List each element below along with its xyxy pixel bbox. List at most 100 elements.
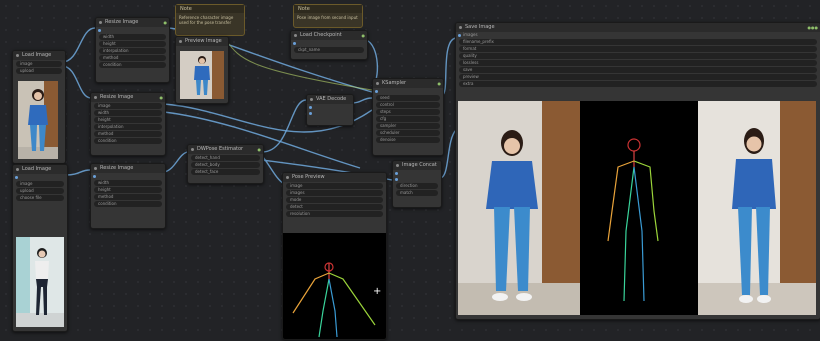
note-node[interactable]: Note Reference character image used for … — [175, 4, 245, 36]
interpolation-select[interactable]: interpolation — [99, 48, 166, 54]
image2-slot[interactable] — [393, 176, 441, 182]
match-select[interactable]: match — [396, 190, 438, 196]
save-toggle[interactable]: save — [459, 67, 817, 73]
method-select[interactable]: method — [99, 55, 166, 61]
wire — [441, 37, 457, 96]
resolution-field[interactable]: resolution — [286, 211, 383, 217]
model-output-slot[interactable] — [291, 40, 367, 46]
dwpose-estimator-node[interactable]: DWPose Estimator ● detect_hand detect_bod… — [187, 144, 264, 184]
node-title: VAE Decode — [316, 96, 347, 102]
direction-select[interactable]: direction — [396, 183, 438, 189]
image-select[interactable]: image — [16, 181, 64, 187]
denoise-field[interactable]: denoise — [376, 137, 440, 143]
input-slot[interactable] — [96, 27, 169, 33]
filename-prefix-field[interactable]: filename_prefix — [459, 39, 817, 45]
node-title: Resize Image — [105, 19, 139, 25]
lossless-toggle[interactable]: lossless — [459, 60, 817, 66]
node-title: DWPose Estimator — [197, 146, 244, 152]
wire — [351, 97, 373, 104]
node-title: Image Concat — [402, 162, 437, 168]
cfg-field[interactable]: cfg — [376, 116, 440, 122]
pose-preview-node[interactable]: Pose Preview image images mode detect re… — [282, 172, 387, 340]
node-title: Load Image — [22, 52, 52, 58]
wire — [61, 27, 96, 63]
preview-image-node[interactable]: Preview Image — [175, 36, 229, 104]
condition-select[interactable]: condition — [99, 62, 166, 68]
scheduler-select[interactable]: scheduler — [376, 130, 440, 136]
node-title: KSampler — [382, 80, 407, 86]
output-image — [458, 101, 816, 315]
resize-image-node[interactable]: Resize Image width height method conditi… — [90, 163, 166, 229]
load-image-node[interactable]: Load Image image upload — [12, 50, 66, 164]
note-text: Reference character image used for the p… — [179, 15, 234, 25]
images-slot[interactable]: images — [456, 32, 820, 38]
mode-select[interactable]: mode — [286, 197, 383, 203]
detect-select[interactable]: detect — [286, 204, 383, 210]
note-title: Note — [294, 5, 362, 13]
image-field[interactable]: image — [94, 103, 162, 109]
note-title: Note — [176, 5, 244, 13]
extra-field[interactable]: extra — [459, 81, 817, 87]
resize-image-node[interactable]: Resize Image ● image width height interpo… — [90, 92, 166, 156]
detect-face-toggle[interactable]: detect_face — [191, 169, 260, 175]
output-slot[interactable] — [13, 174, 67, 180]
wire — [65, 169, 91, 176]
pose-skeleton-preview — [283, 233, 386, 339]
preview-toggle[interactable]: preview — [459, 74, 817, 80]
pose-source-image — [16, 237, 64, 327]
node-title: Save Image — [465, 24, 495, 30]
wire — [61, 65, 92, 99]
node-title: Load Image — [22, 166, 52, 172]
model-slot[interactable] — [373, 88, 443, 94]
node-title: Resize Image — [100, 165, 134, 171]
height-field[interactable]: height — [94, 187, 162, 193]
format-select[interactable]: format — [459, 46, 817, 52]
image-field[interactable]: image — [286, 183, 383, 189]
image-select[interactable]: image — [16, 61, 62, 67]
choose-file-button[interactable]: choose file — [16, 195, 64, 201]
node-title: Preview Image — [185, 38, 222, 44]
detect-hand-toggle[interactable]: detect_hand — [191, 155, 260, 161]
node-title: Load Checkpoint — [300, 32, 342, 38]
note-text: Pose image from second input — [297, 15, 358, 20]
interpolation-select[interactable]: interpolation — [94, 124, 162, 130]
wire — [261, 155, 285, 185]
method-select[interactable]: method — [94, 131, 162, 137]
sampler-select[interactable]: sampler — [376, 123, 440, 129]
note-node[interactable]: Note Pose image from second input — [293, 4, 363, 28]
workflow-canvas[interactable]: Load Image image upload Resize Image ● wi… — [0, 0, 820, 341]
height-field[interactable]: height — [99, 41, 166, 47]
steps-field[interactable]: steps — [376, 109, 440, 115]
reference-image — [18, 81, 58, 159]
load-image-node[interactable]: Load Image image upload choose file — [12, 164, 68, 332]
save-image-node[interactable]: Save Image ●●● images filename_prefix for… — [455, 22, 820, 320]
vae-slot[interactable] — [307, 110, 353, 116]
width-field[interactable]: width — [99, 34, 166, 40]
detect-body-toggle[interactable]: detect_body — [191, 162, 260, 168]
input-slot[interactable] — [91, 173, 165, 179]
ckpt-name-select[interactable]: ckpt_name — [294, 47, 364, 53]
mouse-cursor-icon: + — [373, 286, 382, 297]
wire — [261, 99, 307, 153]
resize-image-node[interactable]: Resize Image ● width height interpolation… — [95, 17, 170, 83]
height-field[interactable]: height — [94, 117, 162, 123]
preview-thumbnail — [180, 51, 224, 99]
image-concat-node[interactable]: Image Concat direction match — [392, 160, 442, 208]
method-select[interactable]: method — [94, 194, 162, 200]
ksampler-node[interactable]: KSampler ● seed control steps cfg sampler… — [372, 78, 444, 156]
upload-button[interactable]: upload — [16, 68, 62, 74]
condition-select[interactable]: condition — [94, 201, 162, 207]
wire — [163, 151, 188, 173]
vae-decode-node[interactable]: VAE Decode — [306, 94, 354, 126]
images-field[interactable]: images — [286, 190, 383, 196]
seed-field[interactable]: seed — [376, 95, 440, 101]
width-field[interactable]: width — [94, 180, 162, 186]
condition-select[interactable]: condition — [94, 138, 162, 144]
node-title: Pose Preview — [292, 174, 325, 180]
upload-button[interactable]: upload — [16, 188, 64, 194]
width-field[interactable]: width — [94, 110, 162, 116]
control-select[interactable]: control — [376, 102, 440, 108]
node-title: Resize Image — [100, 94, 134, 100]
quality-field[interactable]: quality — [459, 53, 817, 59]
load-checkpoint-node[interactable]: Load Checkpoint ● ckpt_name — [290, 30, 368, 60]
